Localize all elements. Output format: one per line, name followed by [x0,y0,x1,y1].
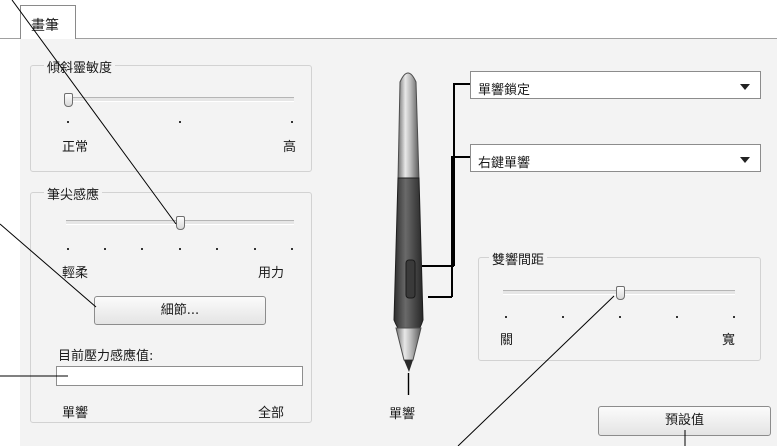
double-click-max-label: 寬 [722,333,736,348]
tilt-slider-thumb[interactable] [63,93,73,107]
double-click-slider-thumb[interactable] [615,286,625,300]
double-click-tick [676,316,678,318]
pressure-min-label: 單響 [62,406,89,421]
double-click-tick [733,316,735,318]
tip-feel-tick [179,248,181,250]
double-click-tick [562,316,564,318]
upper-button-callout-top [453,83,470,85]
pressure-meter [56,366,303,386]
double-click-distance-group [478,257,761,361]
tip-feel-tick [216,248,218,250]
tip-feel-tick [291,248,293,250]
tab-pen-label: 畫筆 [31,18,59,34]
upper-button-callout-h [422,265,454,267]
lower-pen-button-value: 右鍵單響 [478,156,531,171]
tip-feel-slider-thumb[interactable] [176,216,185,230]
tip-feel-max-label: 用力 [258,266,285,281]
tilt-sensitivity-group [30,65,312,172]
double-click-tick [619,316,621,318]
tilt-tick [291,121,293,123]
tilt-slider-track[interactable] [66,97,294,102]
lower-button-callout-v [451,156,453,297]
tip-feel-tick [104,248,106,250]
details-button-label: 細節... [160,303,200,318]
upper-pen-button-dropdown[interactable]: 單響鎖定 [470,71,761,99]
pen-illustration [393,72,424,395]
pen-tip-label: 單響 [389,407,416,422]
current-pressure-label: 目前壓力感應值: [58,349,154,364]
default-button-label: 預設值 [664,413,704,428]
tip-feel-min-label: 輕柔 [62,266,89,281]
tilt-tick [67,121,69,123]
double-click-tick [505,316,507,318]
details-button[interactable]: 細節... [94,296,266,325]
tab-pen[interactable]: 畫筆 [20,5,76,39]
chevron-down-icon [740,84,750,90]
pressure-max-label: 全部 [258,406,285,421]
tip-feel-tick [67,248,69,250]
tilt-min-label: 正常 [62,140,89,155]
double-click-min-label: 關 [500,333,514,348]
tip-feel-title: 筆尖感應 [44,184,103,203]
lower-pen-button-dropdown[interactable]: 右鍵單響 [470,144,761,172]
lower-button-callout-h [428,296,452,298]
double-click-distance-title: 雙響間距 [489,249,548,268]
upper-pen-button-value: 單響鎖定 [478,83,531,98]
tilt-sensitivity-title: 傾斜靈敏度 [44,57,116,76]
tilt-tick [179,121,181,123]
default-button[interactable]: 預設值 [598,406,771,436]
lower-button-callout-top [451,156,470,158]
tip-feel-tick [254,248,256,250]
tilt-max-label: 高 [283,140,297,155]
upper-button-callout-v [453,83,455,266]
chevron-down-icon [740,157,750,163]
tip-feel-tick [141,248,143,250]
